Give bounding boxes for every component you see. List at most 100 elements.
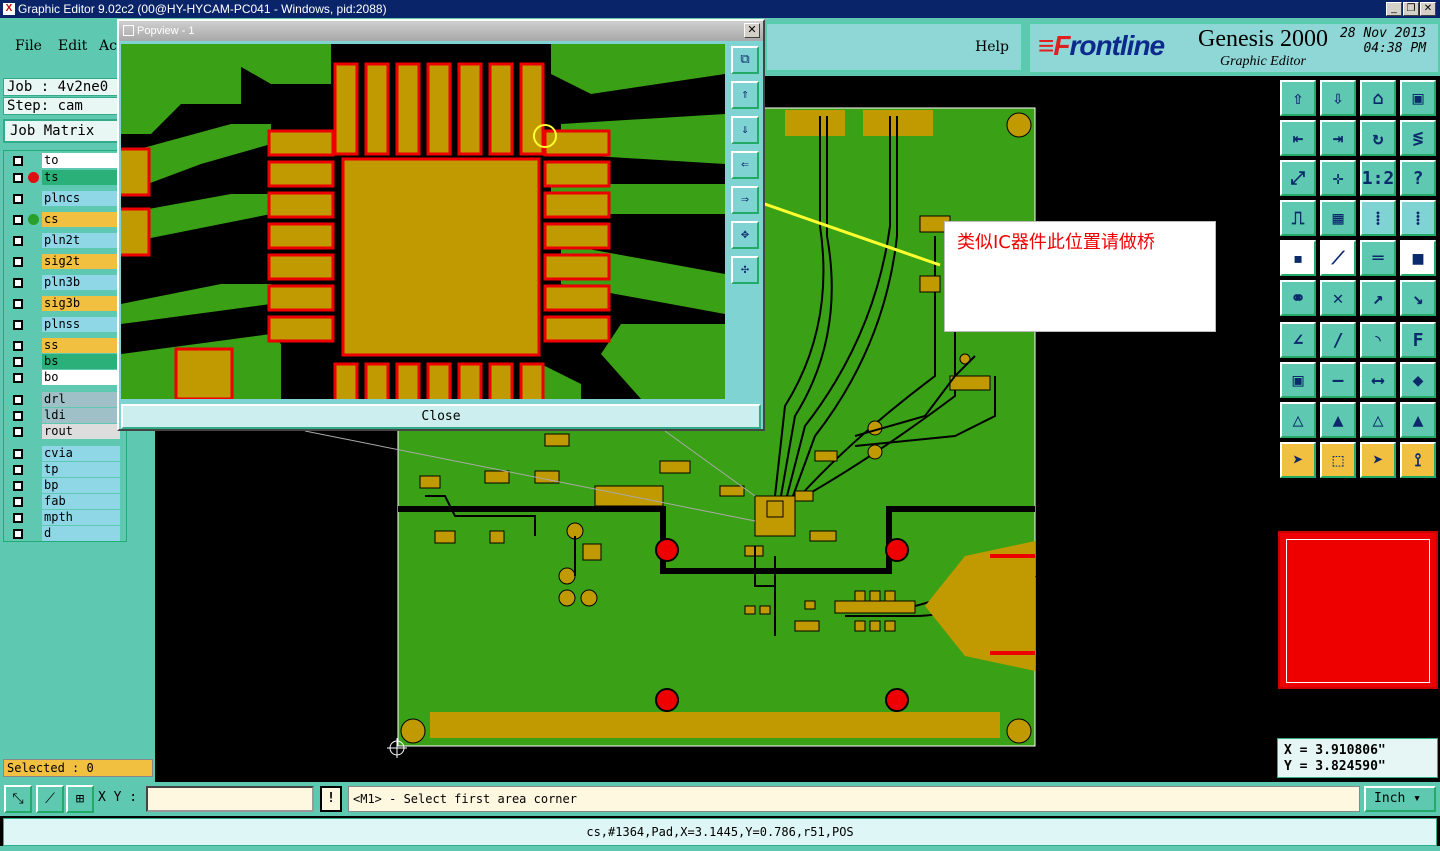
layer-row-ss[interactable]: ss [7, 338, 125, 353]
ratio-icon[interactable]: 1:2 [1360, 160, 1396, 196]
minimize-button[interactable]: _ [1386, 2, 1402, 16]
add-pad-icon[interactable]: ▪ [1280, 240, 1316, 276]
layer-row-drl[interactable]: drl [7, 392, 125, 407]
layer-checkbox[interactable] [13, 257, 23, 267]
fit-icon[interactable]: ⤢ [1280, 160, 1316, 196]
zoom-right-icon[interactable]: ⇥ [1320, 120, 1356, 156]
select-color-icon[interactable]: ➤ [1360, 442, 1396, 478]
select-box-icon[interactable]: ⬚ [1320, 442, 1356, 478]
layer-row-to[interactable]: to [7, 153, 125, 168]
layer-checkbox[interactable] [13, 395, 23, 405]
popview-tool-zoom-window-icon[interactable]: ⧉ [731, 46, 759, 74]
select-icon[interactable]: ➤ [1280, 442, 1316, 478]
layer-row-tp[interactable]: tp [7, 462, 125, 477]
measure-icon[interactable]: ⎍ [1280, 200, 1316, 236]
layer-checkbox[interactable] [13, 449, 23, 459]
layer-row-fab[interactable]: fab [7, 494, 125, 509]
popview-tool-pan-left-icon[interactable]: ⇐ [731, 151, 759, 179]
layer-checkbox[interactable] [13, 373, 23, 383]
menu-file[interactable]: File [15, 38, 42, 54]
layer-row-pln2t[interactable]: pln2t [7, 233, 125, 248]
layer-row-bo[interactable]: bo [7, 370, 125, 385]
help-query-icon[interactable]: ? [1400, 160, 1436, 196]
layer-row-plncs[interactable]: plncs [7, 191, 125, 206]
layer-row-bp[interactable]: bp [7, 478, 125, 493]
redraw-icon[interactable]: ↻ [1360, 120, 1396, 156]
exclamation-button[interactable]: ! [320, 786, 342, 812]
layers2-icon[interactable]: ⁞ [1400, 200, 1436, 236]
layer-checkbox[interactable] [13, 156, 23, 166]
layer-row-d[interactable]: d [7, 526, 125, 541]
layer-row-bs[interactable]: bs [7, 354, 125, 369]
layers-icon[interactable]: ⁞ [1360, 200, 1396, 236]
path-icon[interactable]: ⟟ [1400, 442, 1436, 478]
line-icon[interactable]: / [1320, 322, 1356, 358]
pad-icon[interactable]: ▣ [1280, 362, 1316, 398]
grid-icon[interactable]: ▦ [1320, 200, 1356, 236]
dim-icon[interactable]: ⟷ [1360, 362, 1396, 398]
job-matrix-button[interactable]: Job Matrix [3, 119, 128, 143]
triangle4-icon[interactable]: ▲ [1400, 402, 1436, 438]
popview-tool-pan-down-icon[interactable]: ⇓ [731, 116, 759, 144]
layer-row-sig3b[interactable]: sig3b [7, 296, 125, 311]
maximize-button[interactable]: ❐ [1403, 2, 1419, 16]
angle-icon[interactable]: ∠ [1280, 322, 1316, 358]
layer-checkbox[interactable] [13, 320, 23, 330]
layer-checkbox[interactable] [13, 299, 23, 309]
layer-row-plnss[interactable]: plnss [7, 317, 125, 332]
copy-icon[interactable]: ↘ [1400, 280, 1436, 316]
xy-input[interactable] [146, 786, 314, 812]
layer-checkbox[interactable] [13, 194, 23, 204]
layer-checkbox[interactable] [13, 173, 23, 183]
arc-icon[interactable]: ◝ [1360, 322, 1396, 358]
measure-tool-icon[interactable]: ⟋ [36, 785, 64, 813]
shape-icon[interactable]: ◆ [1400, 362, 1436, 398]
cross-icon[interactable]: ✕ [1320, 280, 1356, 316]
move-icon[interactable]: ↗ [1360, 280, 1396, 316]
popview-tool-pan-up-icon[interactable]: ⇑ [731, 81, 759, 109]
layer-row-cvia[interactable]: cvia [7, 446, 125, 461]
add-surface-icon[interactable]: ■ [1400, 240, 1436, 276]
layer-row-ts[interactable]: ts [7, 170, 125, 185]
popview-tool-pan-right-icon[interactable]: ⇒ [731, 186, 759, 214]
triangle2-icon[interactable]: ▲ [1320, 402, 1356, 438]
layer-checkbox[interactable] [13, 529, 23, 539]
layer-checkbox[interactable] [13, 357, 23, 367]
window-icon[interactable]: ▣ [1400, 80, 1436, 116]
layer-checkbox[interactable] [13, 513, 23, 523]
menu-edit[interactable]: Edit [58, 38, 87, 54]
home-down-icon[interactable]: ⇩ [1320, 80, 1356, 116]
cut-icon[interactable]: — [1320, 362, 1356, 398]
layer-checkbox[interactable] [13, 278, 23, 288]
layer-row-cs[interactable]: cs [7, 212, 125, 227]
popview-tool-zoom-out-icon[interactable]: ✣ [731, 256, 759, 284]
popview-close-x[interactable]: ✕ [744, 23, 760, 38]
layer-row-ldi[interactable]: ldi [7, 408, 125, 423]
layer-row-pln3b[interactable]: pln3b [7, 275, 125, 290]
layer-checkbox[interactable] [13, 341, 23, 351]
home-up-icon[interactable]: ⇧ [1280, 80, 1316, 116]
layer-checkbox[interactable] [13, 236, 23, 246]
layer-checkbox[interactable] [13, 215, 23, 225]
close-window-button[interactable]: ✕ [1420, 2, 1436, 16]
triangle3-icon[interactable]: △ [1360, 402, 1396, 438]
layer-checkbox[interactable] [13, 465, 23, 475]
layer-checkbox[interactable] [13, 481, 23, 491]
units-select[interactable]: Inch ▾ [1364, 786, 1436, 812]
zoom-left-icon[interactable]: ⇤ [1280, 120, 1316, 156]
text-icon[interactable]: F [1400, 322, 1436, 358]
layer-checkbox[interactable] [13, 427, 23, 437]
connect-icon[interactable]: ⚭ [1280, 280, 1316, 316]
switch-icon[interactable]: ≶ [1400, 120, 1436, 156]
layer-checkbox[interactable] [13, 411, 23, 421]
popview-tool-zoom-in-icon[interactable]: ✥ [731, 221, 759, 249]
popview-zoom-canvas[interactable] [121, 44, 725, 399]
layer-row-rout[interactable]: rout [7, 424, 125, 439]
home-icon[interactable]: ⌂ [1360, 80, 1396, 116]
grid-tool-icon[interactable]: ⊞ [66, 785, 94, 813]
popview-close-button[interactable]: Close [121, 404, 761, 429]
snap-tool-icon[interactable]: ⤡ [4, 785, 32, 813]
triangle-icon[interactable]: △ [1280, 402, 1316, 438]
layer-row-mpth[interactable]: mpth [7, 510, 125, 525]
layer-checkbox[interactable] [13, 497, 23, 507]
